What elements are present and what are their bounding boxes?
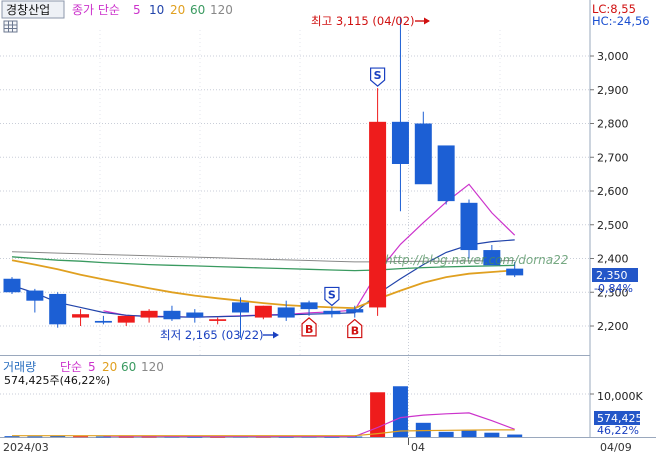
candle bbox=[49, 292, 67, 328]
candle bbox=[254, 305, 272, 320]
hc-readout: HC:-24,56 bbox=[592, 14, 650, 28]
signal-label: S bbox=[374, 69, 382, 82]
volume-legend-title: 거래량 bbox=[3, 360, 36, 374]
volume-bar bbox=[415, 422, 431, 437]
signal-label: S bbox=[328, 288, 336, 301]
candle bbox=[437, 145, 455, 205]
price-tick-label: 2,600 bbox=[597, 185, 629, 198]
current-change: -0,84% bbox=[594, 282, 633, 295]
volume-bar bbox=[484, 432, 500, 437]
stock-chart-window: 경창산업 종가 단순 5 10 20 60 120 LC:8,55 HC:-24… bbox=[0, 0, 656, 457]
current-volume-pct: 46,22% bbox=[597, 424, 639, 437]
stock-name: 경창산업 bbox=[6, 3, 50, 17]
date-label-march: 2024/03 bbox=[3, 441, 49, 454]
volume-bar bbox=[392, 386, 408, 437]
volume-bar bbox=[461, 430, 477, 437]
legend-ma10: 10 bbox=[149, 3, 164, 17]
price-tick-label: 2,700 bbox=[597, 151, 629, 164]
volume-legend-ma60: 60 bbox=[121, 360, 136, 374]
date-label-april: 04 bbox=[411, 441, 425, 454]
current-volume: 574,425주(46,22%) bbox=[4, 374, 110, 387]
low-label: 최저 2,165 (03/22) bbox=[160, 328, 264, 342]
candle bbox=[369, 88, 387, 316]
date-label-right: 04/09 bbox=[600, 441, 632, 454]
volume-bar bbox=[438, 431, 454, 437]
volume-legend-simple: 단순 bbox=[60, 360, 82, 374]
volume-legend-ma120: 120 bbox=[141, 360, 164, 374]
current-price: 2,350 bbox=[596, 269, 628, 282]
legend-ma5: 5 bbox=[133, 3, 141, 17]
price-tick-label: 2,900 bbox=[597, 84, 629, 97]
high-label: 최고 3,115 (04/02) bbox=[311, 14, 415, 28]
price-tick-label: 2,800 bbox=[597, 118, 629, 131]
candle bbox=[460, 199, 478, 259]
volume-bar bbox=[507, 434, 523, 437]
price-tick-label: 2,200 bbox=[597, 320, 629, 333]
price-tick-label: 3,000 bbox=[597, 50, 629, 63]
high-annotation: 최고 3,115 (04/02) bbox=[311, 14, 430, 28]
volume-bar bbox=[27, 436, 43, 438]
signal-label: B bbox=[305, 323, 313, 336]
candle bbox=[3, 277, 21, 294]
chart-canvas: 경창산업 종가 단순 5 10 20 60 120 LC:8,55 HC:-24… bbox=[0, 0, 656, 457]
legend-ma120: 120 bbox=[210, 3, 233, 17]
legend-ma60: 60 bbox=[190, 3, 205, 17]
signal-label: B bbox=[351, 325, 359, 338]
volume-legend-ma5: 5 bbox=[88, 360, 96, 374]
grid-toggle-icon[interactable] bbox=[3, 20, 18, 33]
legend-close-simple: 종가 단순 bbox=[72, 3, 120, 17]
low-annotation: 최저 2,165 (03/22) bbox=[160, 328, 279, 342]
volume-axis-tick: 10,000K bbox=[597, 390, 643, 403]
price-tick-label: 2,400 bbox=[597, 253, 629, 266]
volume-bar bbox=[73, 436, 89, 438]
watermark: http://blog.naver.com/dorna22 bbox=[385, 253, 568, 267]
legend-ma20: 20 bbox=[170, 3, 185, 17]
volume-legend-ma20: 20 bbox=[102, 360, 117, 374]
volume-bar bbox=[370, 392, 386, 437]
price-tick-label: 2,500 bbox=[597, 219, 629, 232]
